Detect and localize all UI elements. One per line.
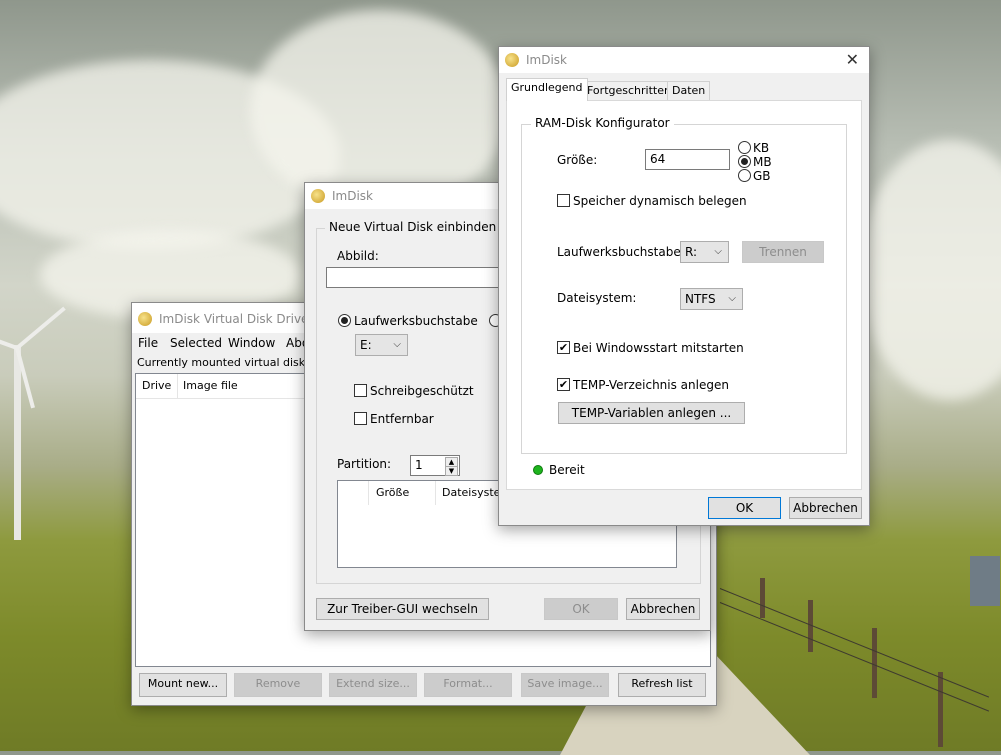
drive-letter-label: Laufwerksbuchstabe: — [557, 245, 685, 259]
unit-mb-label: MB — [753, 155, 772, 169]
ramdisk-titlebar: ImDisk ✕ — [499, 47, 869, 73]
autostart-label: Bei Windowsstart mitstarten — [573, 341, 744, 355]
drive-letter-label: Laufwerksbuchstabe — [354, 314, 478, 328]
ok-button[interactable]: OK — [708, 497, 781, 519]
image-label: Abbild: — [337, 249, 379, 263]
column-header-drive[interactable]: Drive — [142, 379, 171, 392]
window-title: ImDisk — [332, 189, 374, 203]
dynamic-memory-label: Speicher dynamisch belegen — [573, 194, 747, 208]
column-header-filesystem[interactable]: Dateisyste — [442, 486, 500, 499]
tab-strip: Grundlegend Fortgeschritten Daten — [506, 78, 866, 102]
temp-variables-button[interactable]: TEMP-Variablen anlegen ... — [558, 402, 745, 424]
imdisk-app-icon — [138, 312, 152, 326]
status-indicator-icon — [533, 465, 543, 475]
menu-window[interactable]: Window — [228, 336, 275, 350]
remove-button[interactable]: Remove — [234, 673, 322, 697]
unit-gb-label: GB — [753, 169, 771, 183]
imdisk-app-icon — [505, 53, 519, 67]
menu-selected[interactable]: Selected — [170, 336, 222, 350]
tab-grundlegend[interactable]: Grundlegend — [506, 78, 588, 101]
drive-letter-value: R: — [685, 245, 698, 259]
filesystem-value: NTFS — [685, 292, 716, 306]
list-caption: Currently mounted virtual disks — [137, 356, 311, 369]
filesystem-select[interactable]: NTFS ⌵ — [680, 288, 743, 310]
window-title: ImDisk Virtual Disk Driver — [159, 312, 314, 326]
chevron-down-icon: ⌵ — [728, 293, 736, 304]
mount-new-button[interactable]: Mount new... — [139, 673, 227, 697]
column-header-image-file[interactable]: Image file — [183, 379, 238, 392]
unit-mb-radio[interactable] — [738, 155, 751, 168]
refresh-list-button[interactable]: Refresh list — [618, 673, 706, 697]
ok-button[interactable]: OK — [544, 598, 618, 620]
format-button[interactable]: Format... — [424, 673, 512, 697]
status-text: Bereit — [549, 463, 585, 477]
temp-dir-label: TEMP-Verzeichnis anlegen — [573, 378, 729, 392]
switch-driver-gui-button[interactable]: Zur Treiber-GUI wechseln — [316, 598, 489, 620]
column-header-size[interactable]: Größe — [376, 486, 409, 499]
size-input[interactable]: 64 — [645, 149, 730, 170]
unit-kb-label: KB — [753, 141, 770, 155]
size-label: Größe: — [557, 153, 598, 167]
detach-button[interactable]: Trennen — [742, 241, 824, 263]
removable-label: Entfernbar — [370, 412, 434, 426]
drive-letter-select[interactable]: R: ⌵ — [680, 241, 729, 263]
unit-gb-radio[interactable] — [738, 169, 751, 182]
readonly-checkbox[interactable] — [354, 384, 367, 397]
drive-letter-select[interactable]: E: ⌵ — [355, 334, 408, 356]
dynamic-memory-checkbox[interactable] — [557, 194, 570, 207]
ramdisk-window: ImDisk ✕ Grundlegend Fortgeschritten Dat… — [498, 46, 870, 526]
readonly-label: Schreibgeschützt — [370, 384, 474, 398]
unit-kb-radio[interactable] — [738, 141, 751, 154]
cancel-button[interactable]: Abbrechen — [789, 497, 862, 519]
partition-label: Partition: — [337, 457, 392, 471]
ramdisk-group-title: RAM-Disk Konfigurator — [531, 116, 674, 130]
chevron-down-icon: ⌵ — [714, 246, 722, 257]
autostart-checkbox[interactable]: ✔ — [557, 341, 570, 354]
tab-fortgeschritten[interactable]: Fortgeschritten — [582, 81, 676, 100]
save-image-button[interactable]: Save image... — [521, 673, 609, 697]
tab-daten[interactable]: Daten — [667, 81, 711, 100]
chevron-down-icon: ⌵ — [393, 339, 401, 350]
close-icon[interactable]: ✕ — [846, 50, 859, 69]
extend-size-button[interactable]: Extend size... — [329, 673, 417, 697]
spin-down-icon[interactable]: ▼ — [445, 466, 458, 476]
removable-checkbox[interactable] — [354, 412, 367, 425]
temp-dir-checkbox[interactable]: ✔ — [557, 378, 570, 391]
mount-group-title: Neue Virtual Disk einbinden — [325, 220, 501, 234]
drive-letter-value: E: — [360, 338, 372, 352]
menu-file[interactable]: File — [138, 336, 158, 350]
partition-value: 1 — [415, 458, 423, 472]
tab-panel: RAM-Disk Konfigurator Größe: 64 KB MB GB… — [506, 100, 862, 490]
drive-letter-radio[interactable] — [338, 314, 351, 327]
window-title: ImDisk — [526, 53, 568, 67]
partition-spinner[interactable]: 1 ▲ ▼ — [410, 455, 460, 476]
cancel-button[interactable]: Abbrechen — [626, 598, 700, 620]
filesystem-label: Dateisystem: — [557, 291, 637, 305]
imdisk-app-icon — [311, 189, 325, 203]
wind-turbine-icon — [14, 345, 21, 540]
